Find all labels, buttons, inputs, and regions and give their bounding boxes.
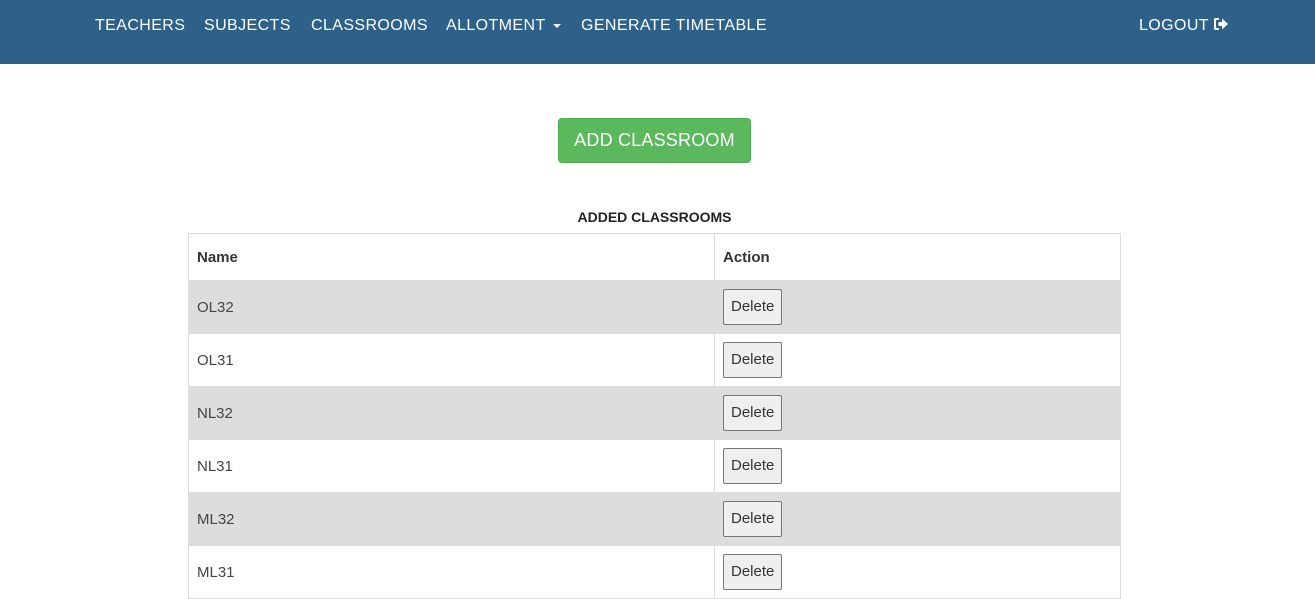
delete-button[interactable]: Delete bbox=[723, 554, 783, 590]
column-header-action: Action bbox=[714, 233, 1121, 281]
classroom-name: ML31 bbox=[188, 545, 715, 599]
classroom-name: ML32 bbox=[188, 492, 715, 546]
table-row: OL31 Delete bbox=[188, 333, 1121, 387]
top-navbar: TEACHERS SUBJECTS CLASSROOMS ALLOTMENT G… bbox=[0, 0, 1315, 64]
delete-button[interactable]: Delete bbox=[723, 448, 783, 484]
table-title: ADDED CLASSROOMS bbox=[577, 209, 732, 225]
nav-classrooms[interactable]: CLASSROOMS bbox=[311, 0, 428, 51]
add-classroom-button[interactable]: ADD CLASSROOM bbox=[558, 118, 751, 163]
action-cell: Delete bbox=[714, 545, 1121, 599]
table-row: OL32 Delete bbox=[188, 280, 1121, 334]
table-row: NL31 Delete bbox=[188, 439, 1121, 493]
nav-subjects[interactable]: SUBJECTS bbox=[204, 0, 291, 51]
nav-allotment-dropdown[interactable]: ALLOTMENT bbox=[446, 0, 561, 51]
nav-logout[interactable]: LOGOUT bbox=[1139, 0, 1229, 51]
classroom-name: NL32 bbox=[188, 386, 715, 440]
delete-button[interactable]: Delete bbox=[723, 342, 783, 378]
delete-button[interactable]: Delete bbox=[723, 501, 783, 537]
classroom-name: OL32 bbox=[188, 280, 715, 334]
action-cell: Delete bbox=[714, 386, 1121, 440]
table-header-row: Name Action bbox=[188, 233, 1121, 281]
nav-generate-timetable[interactable]: GENERATE TIMETABLE bbox=[581, 0, 767, 51]
column-header-name: Name bbox=[188, 233, 715, 281]
action-cell: Delete bbox=[714, 439, 1121, 493]
table-row: NL32 Delete bbox=[188, 386, 1121, 440]
classroom-name: OL31 bbox=[188, 333, 715, 387]
nav-teachers[interactable]: TEACHERS bbox=[95, 0, 185, 51]
delete-button[interactable]: Delete bbox=[723, 289, 783, 325]
table-row: ML32 Delete bbox=[188, 492, 1121, 546]
delete-button[interactable]: Delete bbox=[723, 395, 783, 431]
action-cell: Delete bbox=[714, 280, 1121, 334]
table-row: ML31 Delete bbox=[188, 545, 1121, 599]
logout-icon bbox=[1213, 18, 1228, 30]
classroom-name: NL31 bbox=[188, 439, 715, 493]
action-cell: Delete bbox=[714, 333, 1121, 387]
nav-allotment-label: ALLOTMENT bbox=[446, 17, 546, 34]
nav-logout-label: LOGOUT bbox=[1139, 17, 1209, 34]
caret-down-icon bbox=[552, 23, 561, 28]
action-cell: Delete bbox=[714, 492, 1121, 546]
classrooms-table: Name Action OL32 Delete OL31 Delete NL32… bbox=[188, 233, 1121, 599]
